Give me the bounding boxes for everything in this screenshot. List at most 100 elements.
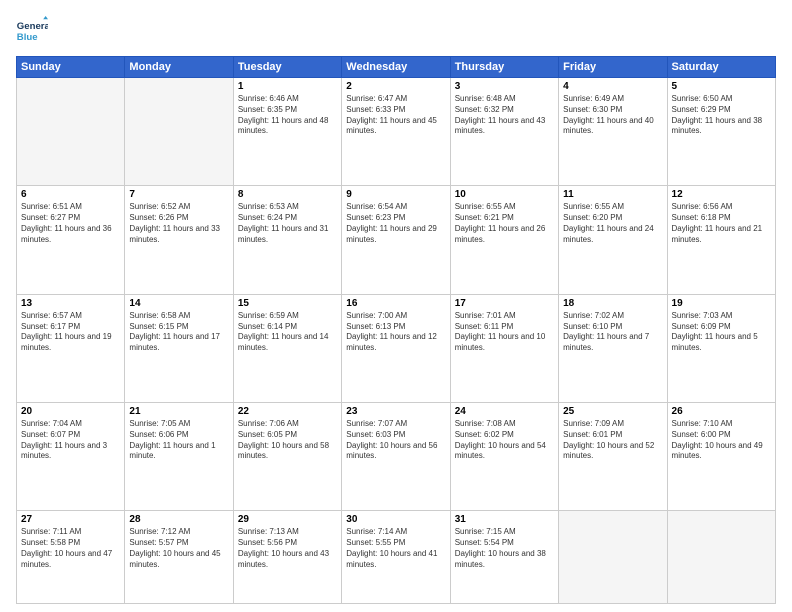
calendar-cell: 28 Sunrise: 7:12 AM Sunset: 5:57 PM Dayli… <box>125 511 233 604</box>
header-tuesday: Tuesday <box>233 57 341 78</box>
calendar-cell: 12 Sunrise: 6:56 AM Sunset: 6:18 PM Dayli… <box>667 186 775 294</box>
calendar-cell: 3 Sunrise: 6:48 AM Sunset: 6:32 PM Daylig… <box>450 78 558 186</box>
header: General Blue <box>16 16 776 48</box>
day-number: 14 <box>129 298 228 309</box>
header-thursday: Thursday <box>450 57 558 78</box>
day-info: Sunrise: 6:47 AM Sunset: 6:33 PM Dayligh… <box>346 94 445 137</box>
day-number: 27 <box>21 514 120 525</box>
calendar-cell: 1Sunrise: 6:46 AM Sunset: 6:35 PM Daylig… <box>233 78 341 186</box>
calendar-cell: 6 Sunrise: 6:51 AM Sunset: 6:27 PM Daylig… <box>17 186 125 294</box>
calendar-cell <box>667 511 775 604</box>
day-info: Sunrise: 7:08 AM Sunset: 6:02 PM Dayligh… <box>455 419 554 462</box>
week-row-1: 1Sunrise: 6:46 AM Sunset: 6:35 PM Daylig… <box>17 78 776 186</box>
day-number: 31 <box>455 514 554 525</box>
calendar-cell: 17Sunrise: 7:01 AM Sunset: 6:11 PM Dayli… <box>450 294 558 402</box>
calendar-table: SundayMondayTuesdayWednesdayThursdayFrid… <box>16 56 776 604</box>
svg-text:Blue: Blue <box>17 32 38 43</box>
day-info: Sunrise: 6:58 AM Sunset: 6:15 PM Dayligh… <box>129 311 228 354</box>
day-info: Sunrise: 7:13 AM Sunset: 5:56 PM Dayligh… <box>238 527 337 570</box>
day-number: 29 <box>238 514 337 525</box>
calendar-cell: 2Sunrise: 6:47 AM Sunset: 6:33 PM Daylig… <box>342 78 450 186</box>
day-number: 6 <box>21 189 120 200</box>
day-number: 8 <box>238 189 337 200</box>
day-number: 18 <box>563 298 662 309</box>
calendar-cell: 30 Sunrise: 7:14 AM Sunset: 5:55 PM Dayli… <box>342 511 450 604</box>
week-row-5: 27 Sunrise: 7:11 AM Sunset: 5:58 PM Dayli… <box>17 511 776 604</box>
day-number: 9 <box>346 189 445 200</box>
day-number: 10 <box>455 189 554 200</box>
day-info: Sunrise: 6:55 AM Sunset: 6:20 PM Dayligh… <box>563 202 662 245</box>
day-number: 25 <box>563 406 662 417</box>
day-number: 1 <box>238 81 337 92</box>
day-info: Sunrise: 6:56 AM Sunset: 6:18 PM Dayligh… <box>672 202 771 245</box>
day-number: 21 <box>129 406 228 417</box>
day-info: Sunrise: 6:53 AM Sunset: 6:24 PM Dayligh… <box>238 202 337 245</box>
day-info: Sunrise: 6:48 AM Sunset: 6:32 PM Dayligh… <box>455 94 554 137</box>
calendar-cell: 16Sunrise: 7:00 AM Sunset: 6:13 PM Dayli… <box>342 294 450 402</box>
calendar-cell: 15 Sunrise: 6:59 AM Sunset: 6:14 PM Dayli… <box>233 294 341 402</box>
day-info: Sunrise: 7:05 AM Sunset: 6:06 PM Dayligh… <box>129 419 228 462</box>
calendar-cell <box>125 78 233 186</box>
day-number: 22 <box>238 406 337 417</box>
calendar-cell: 31 Sunrise: 7:15 AM Sunset: 5:54 PM Dayli… <box>450 511 558 604</box>
calendar-cell: 11 Sunrise: 6:55 AM Sunset: 6:20 PM Dayli… <box>559 186 667 294</box>
calendar-cell: 29 Sunrise: 7:13 AM Sunset: 5:56 PM Dayli… <box>233 511 341 604</box>
day-info: Sunrise: 6:49 AM Sunset: 6:30 PM Dayligh… <box>563 94 662 137</box>
page: General Blue SundayMondayTuesdayWednesda… <box>0 0 792 612</box>
svg-text:General: General <box>17 21 48 32</box>
calendar-cell: 9Sunrise: 6:54 AM Sunset: 6:23 PM Daylig… <box>342 186 450 294</box>
calendar-cell: 13 Sunrise: 6:57 AM Sunset: 6:17 PM Dayli… <box>17 294 125 402</box>
calendar-cell: 5Sunrise: 6:50 AM Sunset: 6:29 PM Daylig… <box>667 78 775 186</box>
calendar-cell <box>559 511 667 604</box>
day-number: 15 <box>238 298 337 309</box>
day-info: Sunrise: 7:06 AM Sunset: 6:05 PM Dayligh… <box>238 419 337 462</box>
calendar-cell: 20Sunrise: 7:04 AM Sunset: 6:07 PM Dayli… <box>17 403 125 511</box>
day-info: Sunrise: 6:57 AM Sunset: 6:17 PM Dayligh… <box>21 311 120 354</box>
calendar-cell: 22 Sunrise: 7:06 AM Sunset: 6:05 PM Dayli… <box>233 403 341 511</box>
day-number: 12 <box>672 189 771 200</box>
day-number: 24 <box>455 406 554 417</box>
day-info: Sunrise: 7:15 AM Sunset: 5:54 PM Dayligh… <box>455 527 554 570</box>
day-info: Sunrise: 6:51 AM Sunset: 6:27 PM Dayligh… <box>21 202 120 245</box>
calendar-cell: 4Sunrise: 6:49 AM Sunset: 6:30 PM Daylig… <box>559 78 667 186</box>
logo: General Blue <box>16 16 52 48</box>
day-number: 3 <box>455 81 554 92</box>
calendar-cell: 8 Sunrise: 6:53 AM Sunset: 6:24 PM Daylig… <box>233 186 341 294</box>
calendar-cell: 25 Sunrise: 7:09 AM Sunset: 6:01 PM Dayli… <box>559 403 667 511</box>
day-number: 19 <box>672 298 771 309</box>
calendar-cell: 21 Sunrise: 7:05 AM Sunset: 6:06 PM Dayli… <box>125 403 233 511</box>
header-friday: Friday <box>559 57 667 78</box>
calendar-cell: 19 Sunrise: 7:03 AM Sunset: 6:09 PM Dayli… <box>667 294 775 402</box>
logo-icon: General Blue <box>16 16 48 48</box>
week-row-3: 13 Sunrise: 6:57 AM Sunset: 6:17 PM Dayli… <box>17 294 776 402</box>
day-number: 17 <box>455 298 554 309</box>
week-row-2: 6 Sunrise: 6:51 AM Sunset: 6:27 PM Daylig… <box>17 186 776 294</box>
day-number: 13 <box>21 298 120 309</box>
day-info: Sunrise: 6:52 AM Sunset: 6:26 PM Dayligh… <box>129 202 228 245</box>
day-info: Sunrise: 7:04 AM Sunset: 6:07 PM Dayligh… <box>21 419 120 462</box>
day-number: 26 <box>672 406 771 417</box>
day-info: Sunrise: 7:14 AM Sunset: 5:55 PM Dayligh… <box>346 527 445 570</box>
header-saturday: Saturday <box>667 57 775 78</box>
day-number: 7 <box>129 189 228 200</box>
day-info: Sunrise: 7:09 AM Sunset: 6:01 PM Dayligh… <box>563 419 662 462</box>
day-number: 28 <box>129 514 228 525</box>
day-number: 23 <box>346 406 445 417</box>
calendar-cell: 10 Sunrise: 6:55 AM Sunset: 6:21 PM Dayli… <box>450 186 558 294</box>
day-number: 16 <box>346 298 445 309</box>
day-info: Sunrise: 7:10 AM Sunset: 6:00 PM Dayligh… <box>672 419 771 462</box>
day-info: Sunrise: 7:11 AM Sunset: 5:58 PM Dayligh… <box>21 527 120 570</box>
day-info: Sunrise: 6:59 AM Sunset: 6:14 PM Dayligh… <box>238 311 337 354</box>
day-info: Sunrise: 7:12 AM Sunset: 5:57 PM Dayligh… <box>129 527 228 570</box>
calendar-cell <box>17 78 125 186</box>
day-info: Sunrise: 7:03 AM Sunset: 6:09 PM Dayligh… <box>672 311 771 354</box>
calendar-cell: 26 Sunrise: 7:10 AM Sunset: 6:00 PM Dayli… <box>667 403 775 511</box>
day-number: 30 <box>346 514 445 525</box>
calendar-cell: 24 Sunrise: 7:08 AM Sunset: 6:02 PM Dayli… <box>450 403 558 511</box>
week-row-4: 20Sunrise: 7:04 AM Sunset: 6:07 PM Dayli… <box>17 403 776 511</box>
day-info: Sunrise: 7:02 AM Sunset: 6:10 PM Dayligh… <box>563 311 662 354</box>
day-info: Sunrise: 6:55 AM Sunset: 6:21 PM Dayligh… <box>455 202 554 245</box>
day-number: 11 <box>563 189 662 200</box>
header-monday: Monday <box>125 57 233 78</box>
day-info: Sunrise: 7:07 AM Sunset: 6:03 PM Dayligh… <box>346 419 445 462</box>
